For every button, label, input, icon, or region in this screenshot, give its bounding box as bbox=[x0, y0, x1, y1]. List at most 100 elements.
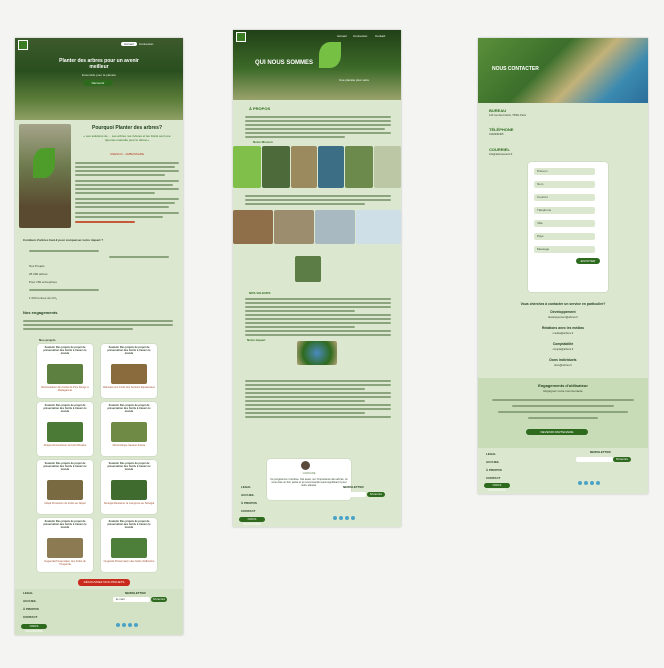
footer-link-legal[interactable]: LEGAL bbox=[486, 452, 496, 456]
project-image bbox=[47, 538, 83, 558]
earth-image bbox=[297, 341, 337, 365]
text-line bbox=[245, 116, 391, 118]
footer-link-accueil[interactable]: ACCUEIL bbox=[486, 460, 499, 464]
social-icon[interactable] bbox=[345, 516, 349, 520]
footer-link-accueil[interactable]: ACCUEIL bbox=[23, 599, 36, 603]
form-field[interactable]: Nom bbox=[534, 181, 595, 188]
form-field[interactable]: Prénom bbox=[534, 168, 595, 175]
service-label: Relations avec les médias bbox=[541, 326, 585, 330]
newsletter-input[interactable] bbox=[576, 457, 613, 462]
footer-join-button[interactable]: NOUS REJOINDRE bbox=[21, 624, 47, 633]
service-email[interactable]: medias@arbres.fr bbox=[478, 332, 648, 336]
newsletter-title: NEWSLETTER bbox=[590, 450, 611, 454]
sapling-leaf bbox=[33, 148, 55, 178]
hero-button[interactable]: Découvrir bbox=[83, 80, 113, 86]
service-email[interactable]: compta@arbres.fr bbox=[478, 348, 648, 352]
project-image bbox=[111, 422, 147, 442]
service-email[interactable]: developpement@arbres.fr bbox=[478, 316, 648, 320]
project-caption: Népal Protection de forêts au Népal bbox=[44, 502, 86, 505]
service-label: Comptabilité bbox=[552, 342, 574, 346]
newsletter-button[interactable]: S'inscrire bbox=[367, 492, 385, 497]
text-line bbox=[245, 326, 355, 328]
social-icon[interactable] bbox=[339, 516, 343, 520]
nav-connexion[interactable]: Connexion bbox=[353, 34, 367, 38]
social-icon[interactable] bbox=[584, 481, 588, 485]
text-line bbox=[245, 132, 391, 134]
text-line bbox=[245, 310, 355, 312]
footer-link-accueil[interactable]: ACCUEIL bbox=[241, 493, 254, 497]
project-title: Soutenir Des projets de projet de préser… bbox=[43, 346, 87, 355]
nav-connexion[interactable]: Connexion bbox=[139, 42, 153, 46]
gallery-image bbox=[345, 146, 373, 188]
text-line bbox=[23, 320, 173, 322]
footer-join-button[interactable]: NOUS REJOINDRE bbox=[239, 517, 265, 526]
cta-projects-button[interactable]: DÉCOUVREZ NOS PROJETS bbox=[78, 579, 130, 586]
social-icon[interactable] bbox=[122, 623, 126, 627]
hero-title: Planter des arbres pour un avenir meille… bbox=[59, 58, 139, 70]
text-line bbox=[75, 198, 179, 200]
social-icon[interactable] bbox=[351, 516, 355, 520]
footer-link-contact[interactable]: CONTACT bbox=[23, 615, 37, 619]
text-line bbox=[75, 202, 175, 204]
footer-link-legal[interactable]: LEGAL bbox=[241, 485, 251, 489]
text-line bbox=[245, 416, 391, 418]
project-caption: Mozambique Savane boisée bbox=[112, 444, 146, 447]
section-title: Pourquoi Planter des arbres? bbox=[91, 125, 163, 131]
social-icon[interactable] bbox=[590, 481, 594, 485]
newsletter-button[interactable]: S'inscrire bbox=[613, 457, 631, 462]
hero-title: NOUS CONTACTER bbox=[492, 66, 539, 72]
logo-icon[interactable] bbox=[18, 40, 28, 50]
logo-icon[interactable] bbox=[236, 32, 246, 42]
text-line bbox=[498, 411, 628, 413]
gallery-label: Notre Mission bbox=[253, 140, 273, 144]
project-title: Soutenir Des projets de projet de préser… bbox=[107, 520, 151, 529]
nav-accueil[interactable]: Accueil bbox=[121, 42, 137, 46]
form-submit-button[interactable]: ENVOYER bbox=[576, 258, 600, 264]
form-field[interactable]: Téléphone bbox=[534, 207, 595, 214]
social-icon[interactable] bbox=[134, 623, 138, 627]
contact-value-bureau: 123 rue des Forêts, 75001 Paris bbox=[489, 114, 527, 117]
hero-title: QUI NOUS SOMMES bbox=[255, 60, 314, 66]
text-line bbox=[245, 412, 365, 414]
engagement-button[interactable]: DEVENIR PARTENAIRE bbox=[526, 429, 588, 435]
nav-contact[interactable]: Contact bbox=[375, 34, 385, 38]
footer-link-contact[interactable]: CONTACT bbox=[241, 509, 255, 513]
newsletter-title: NEWSLETTER bbox=[343, 485, 364, 489]
social-icon[interactable] bbox=[596, 481, 600, 485]
project-image bbox=[47, 480, 83, 500]
text-line bbox=[109, 256, 169, 258]
footer-link-apropos[interactable]: À PROPOS bbox=[241, 501, 257, 505]
footer-link-apropos[interactable]: À PROPOS bbox=[486, 468, 502, 472]
form-field[interactable]: Ville bbox=[534, 220, 595, 227]
social-icon[interactable] bbox=[128, 623, 132, 627]
text-line bbox=[75, 162, 179, 164]
footer-link-apropos[interactable]: À PROPOS bbox=[23, 607, 39, 611]
project-title: Soutenir Des projets de projet de préser… bbox=[43, 520, 87, 529]
text-line bbox=[245, 199, 391, 201]
avatar bbox=[301, 461, 310, 470]
contact-value-courriel: info@arbresavenir.fr bbox=[489, 153, 513, 156]
newsletter-button[interactable]: S'inscrire bbox=[151, 597, 167, 602]
service-email[interactable]: dons@arbres.fr bbox=[478, 364, 648, 368]
social-icon[interactable] bbox=[116, 623, 120, 627]
footer-link-legal[interactable]: LEGAL bbox=[23, 591, 33, 595]
form-field[interactable]: Message bbox=[534, 246, 595, 253]
form-field[interactable]: Pays bbox=[534, 233, 595, 240]
text-line bbox=[75, 192, 155, 194]
social-icon[interactable] bbox=[578, 481, 582, 485]
nav-accueil[interactable]: Accueil bbox=[337, 34, 347, 38]
text-line bbox=[29, 250, 99, 252]
interest-title: Vous cherchez à contacter un service en … bbox=[520, 302, 606, 306]
newsletter-input[interactable] bbox=[329, 492, 366, 497]
project-title: Soutenir Des projets de projet de préser… bbox=[43, 462, 87, 471]
footer-join-button[interactable]: NOUS REJOINDRE bbox=[484, 483, 510, 492]
footer-link-contact[interactable]: CONTACT bbox=[486, 476, 500, 480]
social-icon[interactable] bbox=[333, 516, 337, 520]
hero-subtitle: Ensemble pour la planète bbox=[81, 73, 117, 77]
service-label: Dons individuels bbox=[549, 358, 577, 362]
newsletter-input[interactable]: E-mail bbox=[113, 597, 150, 602]
text-line bbox=[75, 212, 179, 214]
form-field[interactable]: Courriel bbox=[534, 194, 595, 201]
contact-label-courriel: COURRIEL bbox=[489, 147, 510, 152]
project-title: Soutenir Des projets de projet de préser… bbox=[107, 346, 151, 355]
